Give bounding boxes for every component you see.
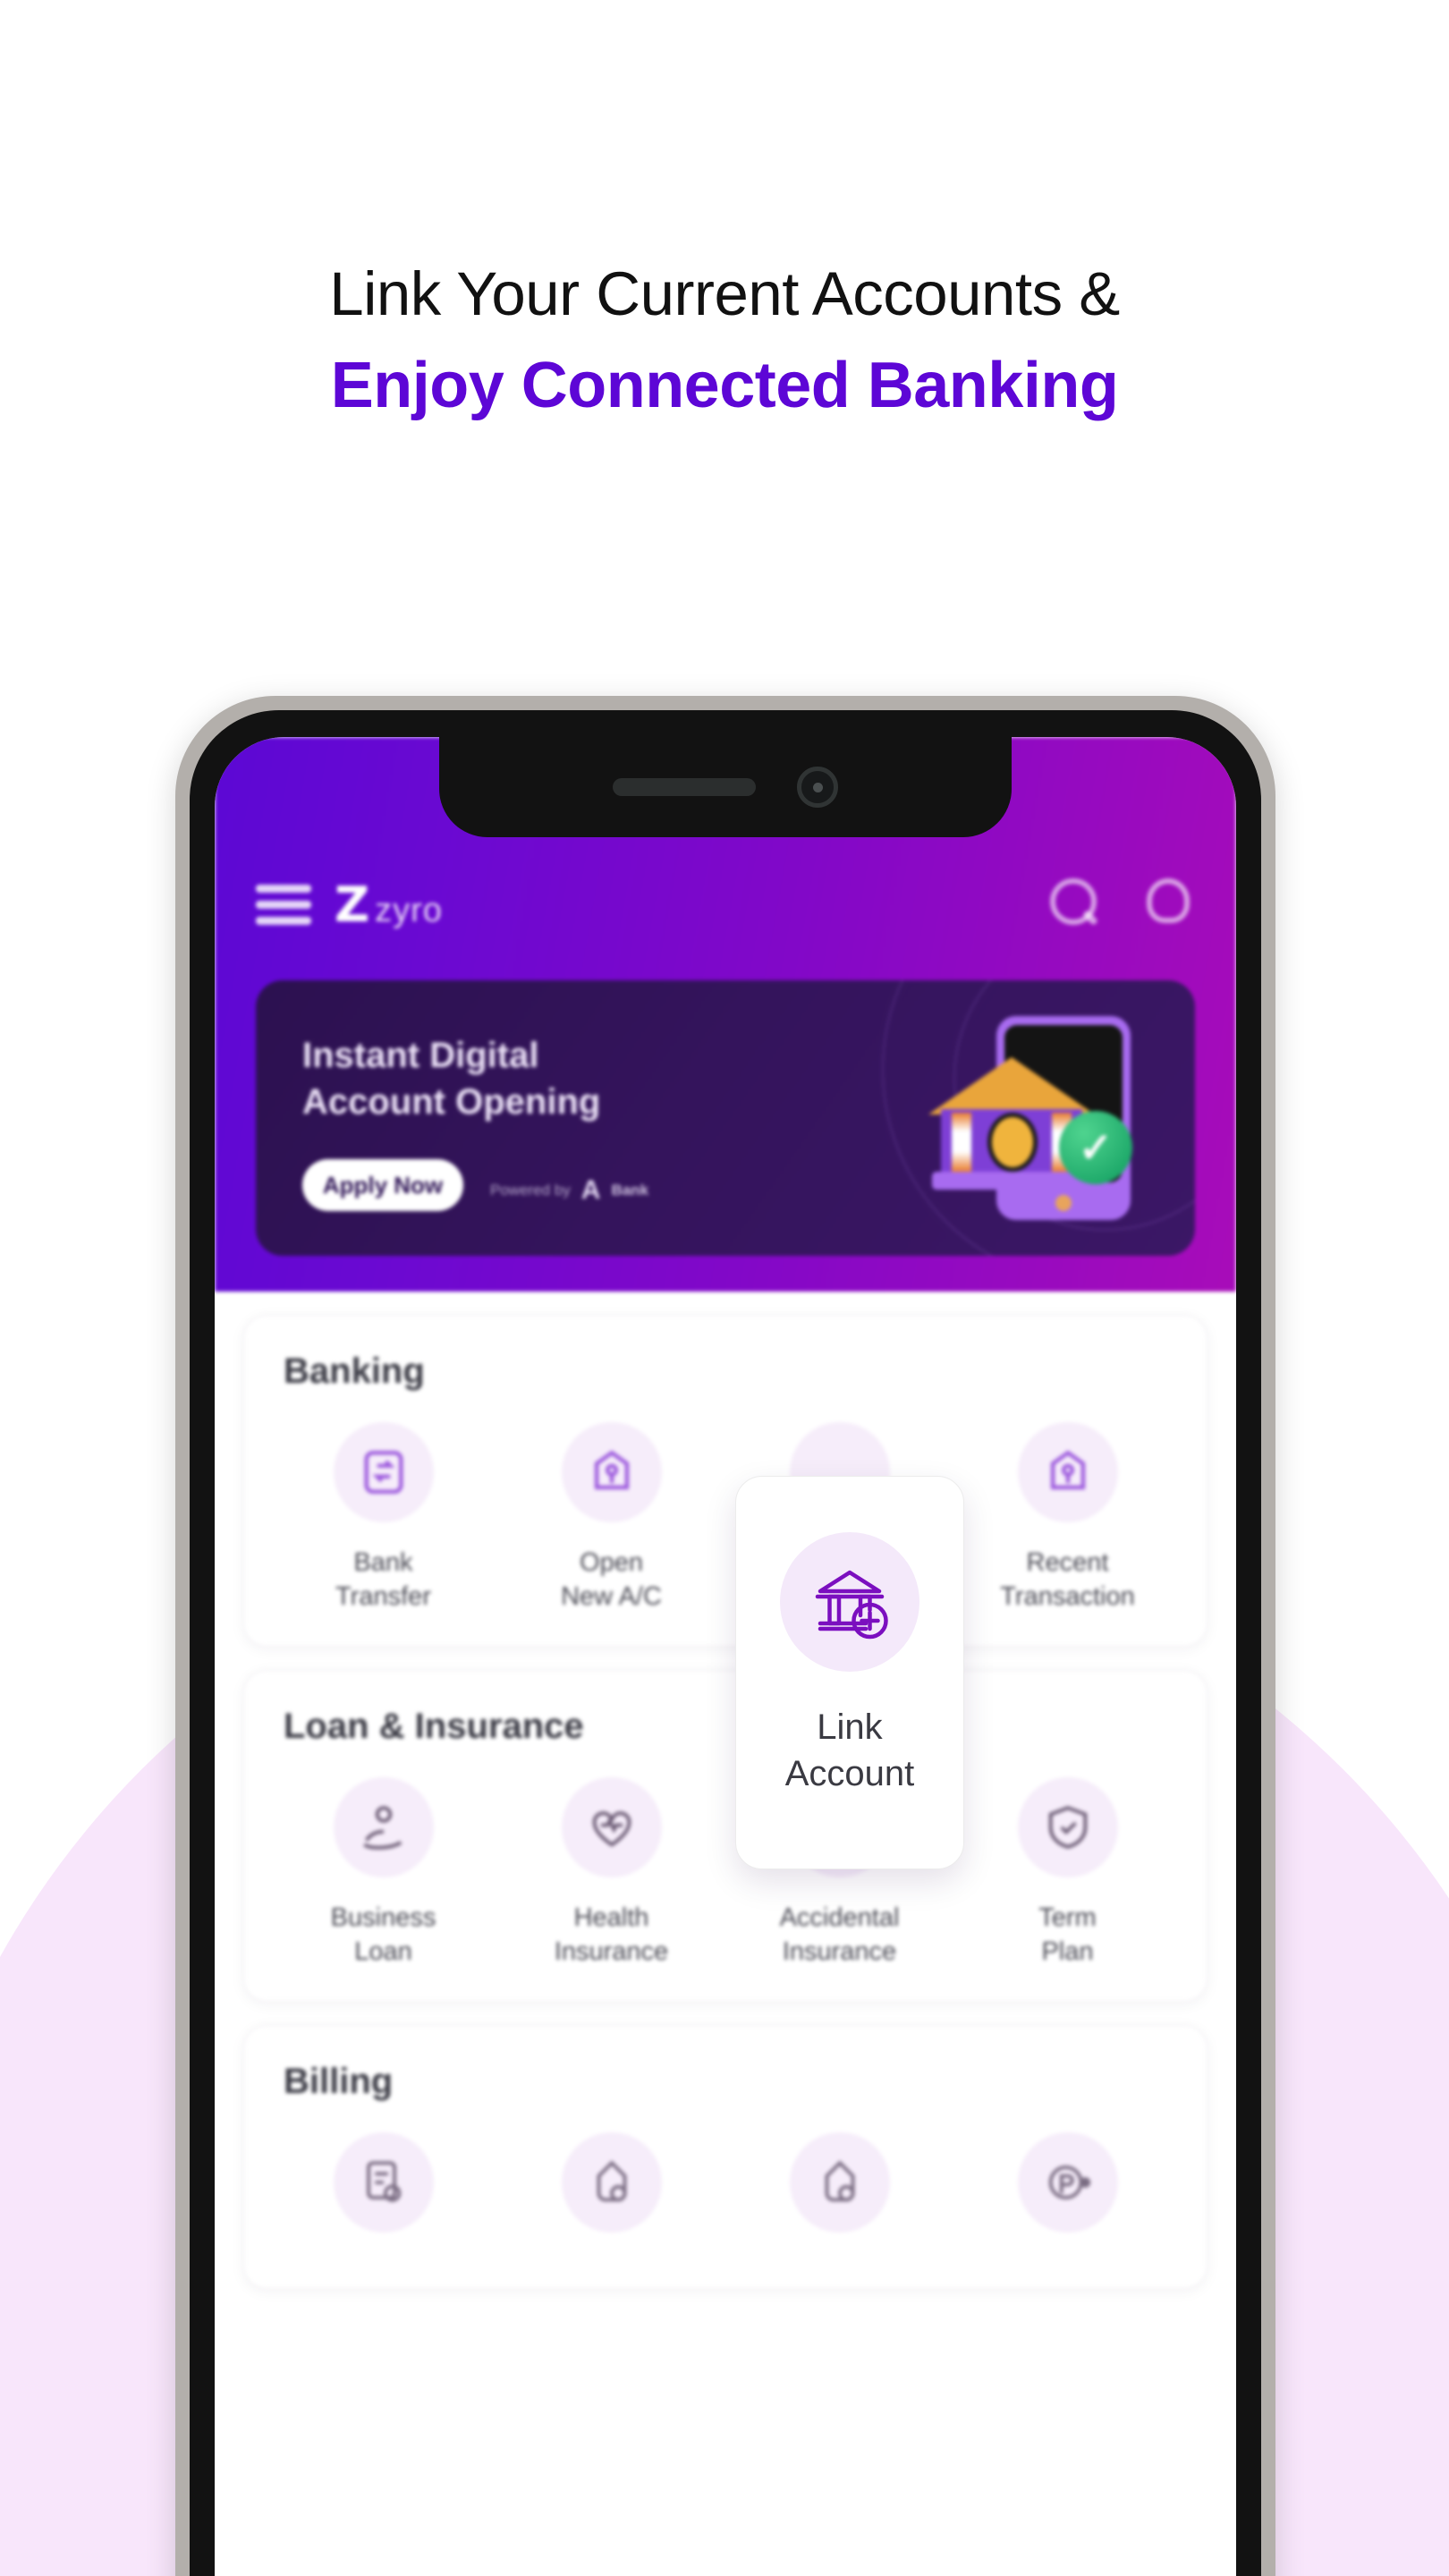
recent-transaction-icon (1017, 1422, 1118, 1522)
tile-bank-transfer[interactable]: Bank Transfer (269, 1422, 497, 1614)
business-loan-icon (333, 1777, 434, 1877)
bill-payment-icon (333, 2132, 434, 2233)
page-title: Link Your Current Accounts & Enjoy Conne… (0, 258, 1449, 424)
tile-quick-pay[interactable] (953, 2132, 1182, 2256)
tile-recent-transaction[interactable]: Recent Transaction (953, 1422, 1182, 1614)
page-root: Link Your Current Accounts & Enjoy Conne… (0, 0, 1449, 2576)
speaker-grille-icon (613, 778, 756, 796)
focused-link-account-card[interactable]: Link Account (735, 1476, 964, 1869)
focused-tile-label: Link Account (785, 1704, 915, 1797)
headline-line-1: Link Your Current Accounts & (329, 259, 1120, 328)
recharge-icon (561, 2132, 662, 2233)
tile-recharge[interactable] (497, 2132, 725, 2256)
phone-mockup: Z zyro Instant Digital Account Opening A… (175, 696, 1275, 2576)
brand-name: zyro (375, 891, 443, 929)
banner-title-line-2: Account Opening (302, 1082, 601, 1122)
app-content: Banking Bank Transfer Open New A/C Recen… (215, 1315, 1236, 2289)
tile-health-insurance[interactable]: Health Insurance (497, 1777, 725, 1969)
tile-label: Term Plan (1038, 1903, 1097, 1966)
section-loan-insurance: Loan & Insurance Business Loan Health In… (243, 1670, 1208, 2002)
phone-screen: Z zyro Instant Digital Account Opening A… (215, 737, 1236, 2576)
powered-by-block: Powered by A Bank (490, 1175, 648, 1206)
tile-recharge-alt[interactable] (725, 2132, 953, 2256)
brand-logo: Z zyro (335, 877, 443, 933)
focused-tile-label-line-1: Link (817, 1707, 883, 1747)
front-camera-icon (797, 767, 838, 808)
tile-grid: Bank Transfer Open New A/C Recent Transa… (269, 1422, 1182, 1614)
tile-grid: Business Loan Health Insurance Accidenta… (269, 1777, 1182, 1969)
tile-label: Recent Transaction (1000, 1548, 1135, 1611)
tile-label: Bank Transfer (335, 1548, 431, 1611)
open-new-account-icon (561, 1422, 662, 1522)
health-insurance-icon (561, 1777, 662, 1877)
section-title: Billing (284, 2062, 394, 2101)
tile-open-new-account[interactable]: Open New A/C (497, 1422, 725, 1614)
tile-label: Health Insurance (554, 1903, 669, 1966)
banner-title-line-1: Instant Digital (302, 1036, 539, 1075)
section-billing: Billing (243, 2025, 1208, 2289)
tile-business-loan[interactable]: Business Loan (269, 1777, 497, 1969)
tile-bill-payment[interactable] (269, 2132, 497, 2256)
section-title: Banking (284, 1352, 425, 1391)
link-account-icon (780, 1532, 919, 1672)
app-toolbar: Z zyro (256, 869, 1195, 939)
green-check-badge-icon: ✓ (1059, 1111, 1132, 1184)
search-icon[interactable] (1050, 878, 1102, 930)
recharge-alt-icon (789, 2132, 890, 2233)
tile-grid (269, 2132, 1182, 2256)
phone-bezel: Z zyro Instant Digital Account Opening A… (190, 710, 1261, 2576)
apply-now-button[interactable]: Apply Now (302, 1159, 463, 1211)
tile-term-plan[interactable]: Term Plan (953, 1777, 1182, 1969)
brand-mark: Z (335, 876, 369, 933)
banner-illustration: ✓ (921, 1011, 1145, 1234)
focused-tile-label-line-2: Account (784, 1754, 915, 1793)
promo-banner[interactable]: Instant Digital Account Opening Apply No… (256, 980, 1195, 1256)
tile-label: Accidental Insurance (779, 1903, 900, 1966)
phone-notch (439, 737, 1012, 837)
section-title: Loan & Insurance (284, 1707, 584, 1746)
headline-line-2: Enjoy Connected Banking (330, 350, 1119, 421)
partner-logo-mark: A (580, 1175, 601, 1205)
bank-transfer-icon (333, 1422, 434, 1522)
term-plan-shield-icon (1017, 1777, 1118, 1877)
banner-title: Instant Digital Account Opening (302, 1032, 803, 1125)
bell-icon[interactable] (1143, 878, 1195, 930)
hamburger-menu-icon[interactable] (256, 884, 311, 925)
partner-name: Bank (611, 1182, 649, 1199)
quick-pay-icon (1017, 2132, 1118, 2233)
section-banking: Banking Bank Transfer Open New A/C Recen… (243, 1315, 1208, 1647)
tile-label: Business Loan (330, 1903, 436, 1966)
powered-by-label: Powered by (490, 1182, 571, 1199)
tile-label: Open New A/C (561, 1548, 662, 1611)
